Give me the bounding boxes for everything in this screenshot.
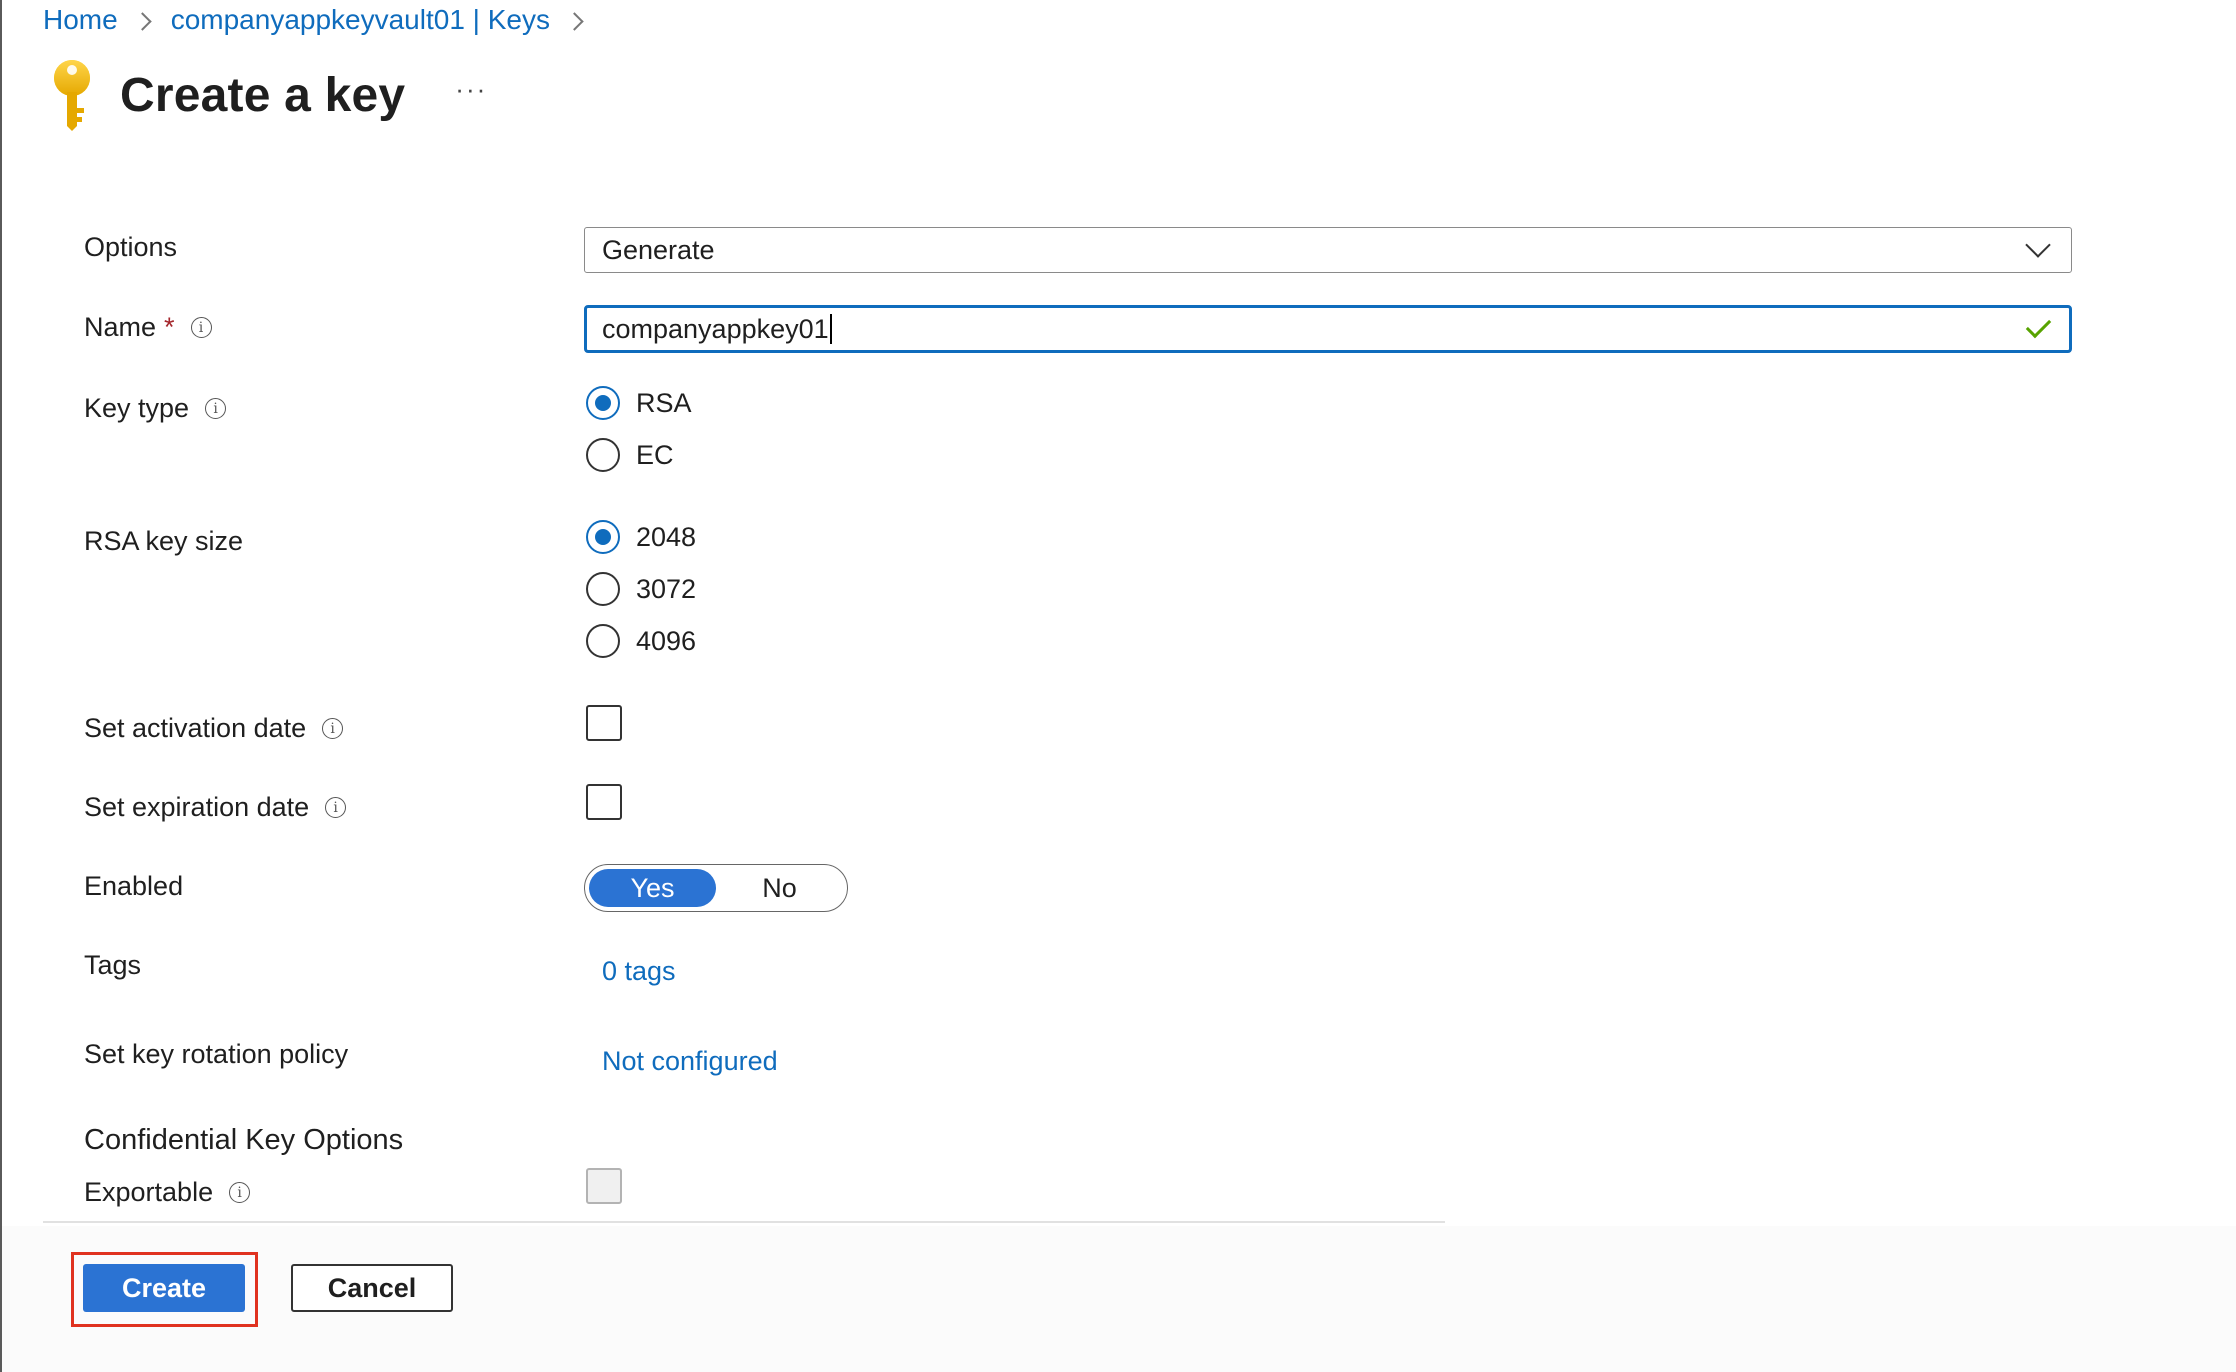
options-selected-value: Generate	[602, 234, 715, 265]
key-type-option-label: EC	[636, 439, 674, 470]
key-type-option-label: RSA	[636, 387, 692, 418]
key-type-label-text: Key type	[84, 393, 190, 423]
key-type-option-ec[interactable]: EC	[586, 438, 674, 472]
enabled-no-option[interactable]: No	[716, 869, 843, 907]
rsa-size-option-label: 4096	[636, 625, 697, 656]
breadcrumb-home-link[interactable]: Home	[43, 4, 118, 36]
more-options-icon[interactable]: ···	[455, 74, 487, 105]
key-icon	[54, 60, 90, 131]
rsa-size-option-3072[interactable]: 3072	[586, 572, 696, 606]
info-icon[interactable]: i	[325, 797, 347, 818]
expiration-date-label: Set expiration date i	[84, 792, 347, 823]
radio-selected-icon[interactable]	[586, 520, 620, 554]
confidential-options-heading: Confidential Key Options	[84, 1124, 404, 1156]
name-input-value: companyappkey01	[602, 313, 829, 344]
page-header: Create a key ···	[50, 55, 487, 135]
chevron-right-icon	[133, 11, 152, 31]
expiration-date-checkbox[interactable]	[586, 784, 622, 820]
activation-date-checkbox[interactable]	[586, 705, 622, 741]
rotation-policy-link[interactable]: Not configured	[602, 1046, 778, 1077]
radio-selected-icon[interactable]	[586, 386, 620, 420]
enabled-label: Enabled	[84, 871, 183, 902]
exportable-label: Exportable i	[84, 1177, 251, 1208]
enabled-label-text: Enabled	[84, 871, 184, 901]
rotation-policy-label: Set key rotation policy	[84, 1039, 348, 1070]
create-button[interactable]: Create	[83, 1264, 245, 1312]
breadcrumb: Home companyappkeyvault01 | Keys	[43, 0, 603, 40]
text-caret	[829, 314, 832, 344]
radio-unselected-icon[interactable]	[586, 624, 620, 658]
tags-label-text: Tags	[84, 950, 142, 980]
chevron-right-icon	[565, 11, 584, 31]
options-label-text: Options	[84, 232, 178, 262]
info-icon[interactable]: i	[190, 317, 212, 338]
name-label: Name * i	[84, 312, 212, 343]
activation-date-label-text: Set activation date	[84, 713, 307, 743]
tags-label: Tags	[84, 950, 141, 981]
enabled-toggle: Yes No	[584, 864, 848, 912]
radio-unselected-icon[interactable]	[586, 438, 620, 472]
page-title: Create a key	[120, 68, 406, 122]
tags-link[interactable]: 0 tags	[602, 956, 676, 987]
name-label-text: Name	[84, 312, 157, 342]
rsa-size-option-2048[interactable]: 2048	[586, 520, 696, 554]
info-icon[interactable]: i	[229, 1182, 251, 1203]
radio-unselected-icon[interactable]	[586, 572, 620, 606]
enabled-yes-option[interactable]: Yes	[589, 869, 716, 907]
rsa-key-size-label: RSA key size	[84, 526, 243, 557]
footer-divider	[43, 1221, 1445, 1223]
rotation-policy-label-text: Set key rotation policy	[84, 1039, 349, 1069]
exportable-label-text: Exportable	[84, 1177, 214, 1207]
breadcrumb-vault-link[interactable]: companyappkeyvault01 | Keys	[171, 4, 550, 36]
options-dropdown[interactable]: Generate	[584, 227, 2072, 273]
key-type-label: Key type i	[84, 393, 227, 424]
activation-date-label: Set activation date i	[84, 713, 344, 744]
expiration-date-label-text: Set expiration date	[84, 792, 310, 822]
key-type-option-rsa[interactable]: RSA	[586, 386, 692, 420]
info-icon[interactable]: i	[205, 398, 227, 419]
rsa-size-option-4096[interactable]: 4096	[586, 624, 696, 658]
checkmark-icon	[2025, 312, 2052, 339]
cancel-button[interactable]: Cancel	[291, 1264, 453, 1312]
info-icon[interactable]: i	[322, 718, 344, 739]
create-key-page: Home companyappkeyvault01 | Keys Create …	[0, 0, 2236, 1372]
rsa-size-option-label: 3072	[636, 573, 697, 604]
required-asterisk: *	[164, 312, 175, 342]
name-input[interactable]: companyappkey01	[584, 305, 2072, 353]
rsa-size-option-label: 2048	[636, 521, 697, 552]
exportable-checkbox	[586, 1168, 622, 1204]
options-label: Options	[84, 232, 177, 263]
chevron-down-icon	[2025, 232, 2051, 258]
rsa-key-size-label-text: RSA key size	[84, 526, 244, 556]
